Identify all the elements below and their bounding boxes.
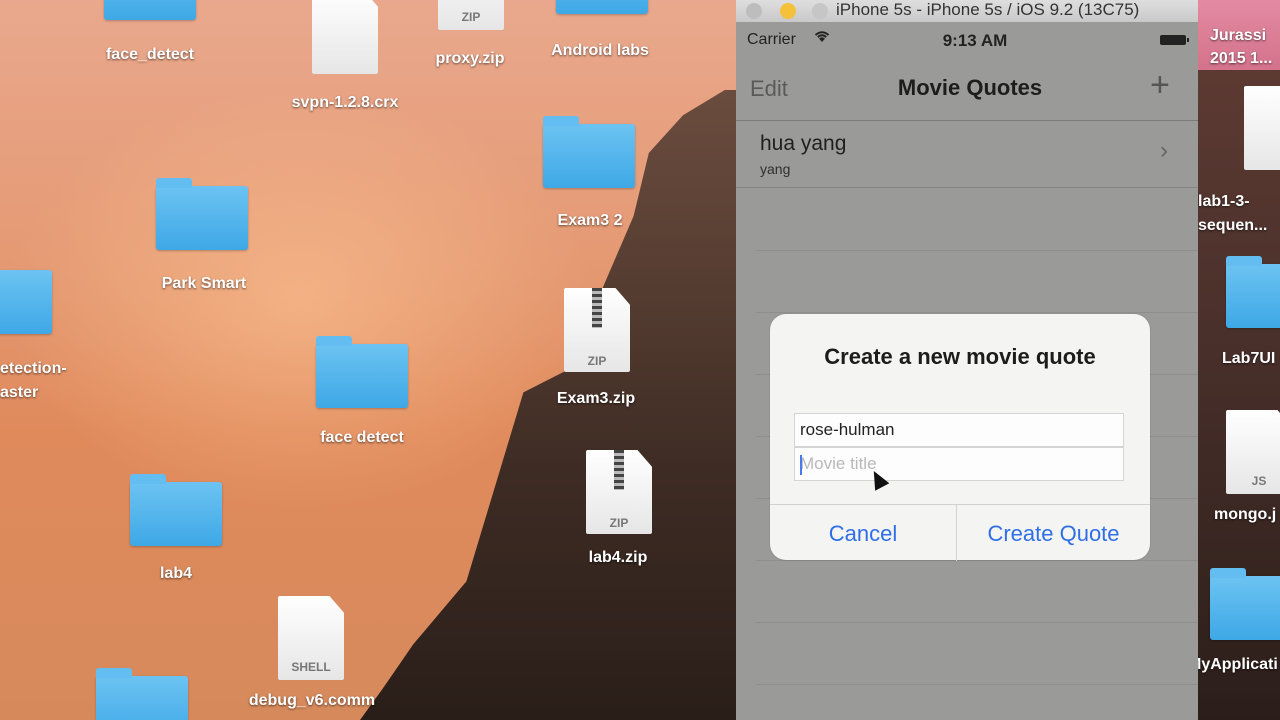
navigation-bar: Edit Movie Quotes +	[736, 58, 1198, 121]
zip-file-icon: ZIP	[586, 450, 652, 534]
table-row[interactable]: hua yang yang ›	[736, 121, 1198, 188]
js-file-icon[interactable]: JS	[1226, 410, 1280, 494]
desktop-item-label: face detect	[320, 429, 404, 446]
battery-icon	[1160, 35, 1189, 45]
empty-row-divider	[756, 312, 1198, 313]
file-type-tag: ZIP	[587, 354, 607, 368]
file-type-tag: ZIP	[609, 516, 629, 530]
desktop-item-label[interactable]: lab1-3- sequen...	[1198, 190, 1280, 238]
folder-icon[interactable]	[1226, 256, 1280, 328]
desktop-item-label: Park Smart	[161, 275, 247, 292]
folder-icon	[130, 474, 222, 546]
file-type-tag: ZIP	[461, 10, 481, 24]
new-quote-alert: Create a new movie quote Cancel Create Q…	[770, 314, 1150, 561]
folder-icon	[96, 668, 188, 720]
zipper-icon	[614, 450, 624, 490]
desktop-item-label: lab4.zip	[588, 549, 648, 566]
row-title: hua yang	[760, 132, 847, 155]
simulator-window: iPhone 5s - iPhone 5s / iOS 9.2 (13C75) …	[736, 0, 1198, 720]
desktop-item-label[interactable]: mongo.j	[1214, 506, 1280, 524]
alert-title: Create a new movie quote	[824, 344, 1096, 369]
folder-icon	[543, 116, 635, 188]
shell-script-icon: SHELL	[278, 596, 344, 680]
phone-screen: Carrier 9:13 AM Edit Movie Quotes + hua …	[736, 22, 1198, 720]
folder-icon	[104, 0, 196, 20]
create-quote-button[interactable]: Create Quote	[957, 505, 1150, 561]
document-icon	[312, 0, 378, 74]
desktop-item-label: etection- aster	[0, 360, 67, 401]
file-type-tag: SHELL	[291, 660, 331, 674]
desktop-item-label: Android labs	[551, 42, 649, 59]
add-icon[interactable]: +	[1150, 66, 1170, 105]
quote-field[interactable]	[794, 413, 1124, 447]
desktop-item-label: Exam3 2	[557, 212, 623, 229]
maximize-window-button[interactable]	[812, 3, 828, 19]
zip-file-icon: ZIP	[564, 288, 630, 372]
zipper-icon	[592, 288, 602, 328]
row-subtitle: yang	[760, 161, 791, 177]
folder-icon	[0, 270, 52, 334]
folder-icon	[156, 178, 248, 250]
desktop-item-label[interactable]: MyApplicati	[1188, 656, 1280, 674]
status-time: 9:13 AM	[942, 31, 1008, 50]
desktop-item-label[interactable]: Jurassi 2015 1...	[1210, 24, 1280, 70]
desktop-item-label: proxy.zip	[435, 50, 505, 67]
window-titlebar[interactable]: iPhone 5s - iPhone 5s / iOS 9.2 (13C75)	[736, 0, 1198, 23]
folder-icon	[316, 336, 408, 408]
alert-button-bar: Cancel Create Quote	[770, 504, 1150, 561]
page-title: Movie Quotes	[897, 75, 1043, 100]
desktop-item-label: Exam3.zip	[556, 390, 636, 407]
status-bar: Carrier 9:13 AM	[736, 22, 1198, 58]
movie-title-field[interactable]	[794, 447, 1124, 481]
desktop-item-label: face_detect	[105, 46, 195, 63]
empty-row-divider	[756, 684, 1198, 685]
file-type-tag: JS	[1251, 474, 1267, 488]
minimize-window-button[interactable]	[780, 3, 796, 19]
desktop-item-label[interactable]: Lab7UI	[1222, 350, 1280, 368]
zip-file-icon: ZIP	[438, 0, 504, 30]
close-window-button[interactable]	[746, 3, 762, 19]
folder-icon[interactable]	[1210, 568, 1280, 640]
empty-row-divider	[756, 622, 1198, 623]
document-icon[interactable]	[1244, 86, 1280, 170]
desktop-item-label: debug_v6.comm	[248, 692, 376, 709]
text-caret	[800, 455, 802, 475]
chevron-right-icon: ›	[1160, 137, 1168, 164]
empty-row-divider	[756, 250, 1198, 251]
folder-icon	[556, 0, 648, 14]
desktop-item-label: lab4	[159, 565, 192, 582]
window-title: iPhone 5s - iPhone 5s / iOS 9.2 (13C75)	[836, 0, 1140, 19]
cancel-button[interactable]: Cancel	[770, 505, 956, 561]
desktop-item-label: svpn-1.2.8.crx	[291, 94, 399, 111]
